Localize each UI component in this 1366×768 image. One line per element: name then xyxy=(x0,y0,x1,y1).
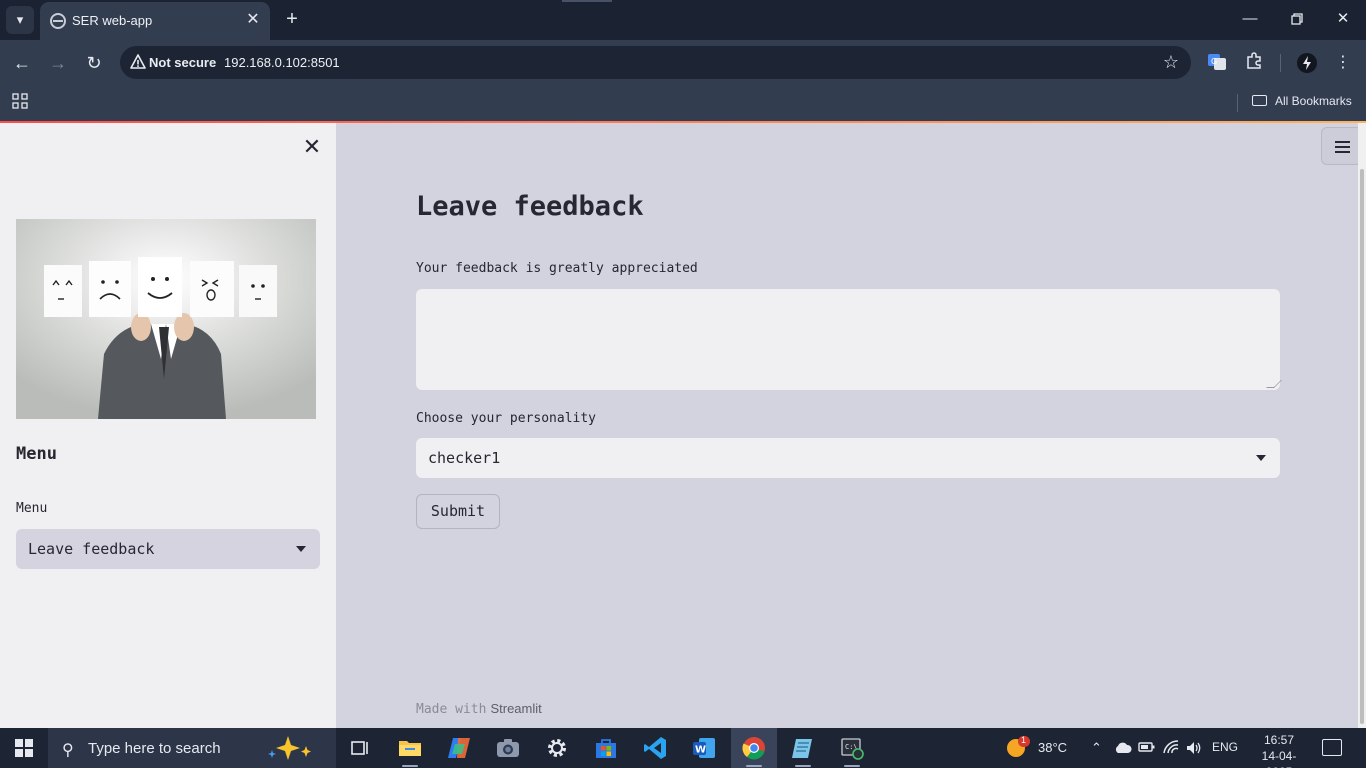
warning-icon xyxy=(130,54,146,69)
microsoft-store-icon[interactable] xyxy=(592,734,620,762)
chevron-up-icon[interactable]: ⌃ xyxy=(1091,740,1102,756)
all-bookmarks-label: All Bookmarks xyxy=(1275,94,1352,108)
taskbar-search-placeholder: Type here to search xyxy=(88,740,221,757)
chrome-icon[interactable] xyxy=(740,734,768,762)
feedback-textarea[interactable] xyxy=(416,289,1282,390)
hamburger-icon xyxy=(1335,141,1350,143)
personality-select[interactable]: checker1 xyxy=(416,438,1280,478)
caret-down-icon xyxy=(1256,455,1266,461)
restore-icon xyxy=(1291,13,1303,25)
new-tab-button[interactable]: + xyxy=(281,8,303,30)
page-title: Leave feedback xyxy=(416,191,644,222)
apps-grid-icon[interactable] xyxy=(12,93,28,109)
onedrive-cloud-icon[interactable] xyxy=(1114,741,1132,754)
chrome-running-indicator xyxy=(746,765,762,767)
terminal-running-indicator xyxy=(844,765,860,767)
file-explorer-icon[interactable] xyxy=(396,734,424,762)
bookmarks-divider xyxy=(1237,94,1238,112)
wifi-icon[interactable] xyxy=(1162,739,1180,755)
search-icon: ⚲ xyxy=(62,742,74,759)
chevron-down-icon: ▾ xyxy=(16,12,24,27)
reload-button[interactable]: ↻ xyxy=(82,51,106,75)
restore-button[interactable] xyxy=(1282,8,1312,30)
page-scrollbar[interactable] xyxy=(1358,123,1366,728)
explorer-running-indicator xyxy=(402,765,418,767)
footer: Made with Streamlit xyxy=(416,701,542,717)
volume-icon[interactable] xyxy=(1185,740,1203,756)
tab-search-button[interactable]: ▾ xyxy=(6,6,34,34)
toolbar-divider xyxy=(1280,54,1281,72)
feedback-label: Your feedback is greatly appreciated xyxy=(416,261,698,276)
notification-center-icon[interactable] xyxy=(1322,739,1342,756)
personality-select-value: checker1 xyxy=(428,449,501,467)
window-drag-handle xyxy=(562,0,612,2)
kebab-menu-icon[interactable]: ⋮ xyxy=(1332,52,1354,74)
all-bookmarks-button[interactable]: All Bookmarks xyxy=(1252,94,1352,108)
settings-gear-icon[interactable] xyxy=(543,734,571,762)
personality-label: Choose your personality xyxy=(416,411,597,426)
browser-tab-bar: ▾ SER web-app ✕ + — ✕ xyxy=(0,0,1366,40)
forward-button[interactable]: → xyxy=(46,51,70,75)
submit-button[interactable]: Submit xyxy=(416,494,500,529)
copilot-icon[interactable] xyxy=(445,734,473,762)
terminal-icon[interactable]: C:\ xyxy=(838,734,866,762)
word-icon[interactable]: W xyxy=(690,734,718,762)
menu-select-value: Leave feedback xyxy=(28,540,155,558)
notepad-running-indicator xyxy=(795,765,811,767)
puzzle-glyph xyxy=(1247,52,1261,69)
minimize-button[interactable]: — xyxy=(1235,8,1265,30)
menu-select[interactable]: Leave feedback xyxy=(16,529,320,569)
task-view-icon[interactable] xyxy=(346,734,374,762)
tab-close-button[interactable]: ✕ xyxy=(244,11,262,29)
clock-time: 16:57 xyxy=(1263,733,1295,747)
windows-start-icon[interactable] xyxy=(15,739,33,757)
address-bar[interactable]: Not secure 192.168.0.102:8501 ☆ xyxy=(120,46,1191,79)
sidebar-close-button[interactable]: ✕ xyxy=(300,135,324,159)
extensions-icon[interactable] xyxy=(1243,52,1265,74)
scrollbar-thumb[interactable] xyxy=(1360,169,1364,724)
back-button[interactable]: ← xyxy=(10,51,34,75)
weather-badge: 1 xyxy=(1021,735,1027,745)
search-highlight-sparkle-icon xyxy=(268,736,311,760)
resize-grip-icon[interactable] xyxy=(1266,380,1282,388)
battery-icon[interactable] xyxy=(1138,740,1156,754)
tab-title: SER web-app xyxy=(72,13,153,28)
hamburger-icon-line xyxy=(1335,146,1350,148)
hamburger-icon-line xyxy=(1335,151,1350,153)
bookmark-star-icon[interactable]: ☆ xyxy=(1163,52,1179,73)
security-chip[interactable]: Not secure xyxy=(149,55,216,70)
menu-select-label: Menu xyxy=(16,501,48,516)
camera-icon[interactable] xyxy=(494,734,522,762)
notepad-icon[interactable] xyxy=(789,734,817,762)
folder-icon xyxy=(1252,95,1267,106)
sidebar: ✕ Menu Menu Leave feedback xyxy=(0,123,336,728)
sidebar-hero-image xyxy=(16,219,316,419)
globe-icon xyxy=(50,13,66,29)
language-indicator[interactable]: ENG xyxy=(1212,740,1238,754)
translate-glyph: G xyxy=(1208,54,1226,70)
sidebar-heading: Menu xyxy=(16,444,57,464)
streamlit-link[interactable]: Streamlit xyxy=(490,701,541,716)
temperature-text[interactable]: 38°C xyxy=(1038,740,1067,755)
caret-down-icon xyxy=(296,546,306,552)
clock-date: 14-04-2025 xyxy=(1261,749,1297,768)
footer-made-with: Made with xyxy=(416,702,487,717)
browser-tab[interactable]: SER web-app ✕ xyxy=(40,2,270,40)
profile-avatar[interactable] xyxy=(1296,52,1318,74)
lightning-icon xyxy=(1297,53,1317,73)
vscode-icon[interactable] xyxy=(641,734,669,762)
taskbar-search-box[interactable]: ⚲ Type here to search xyxy=(48,728,336,768)
google-translate-icon[interactable]: G xyxy=(1206,52,1228,74)
svg-text:W: W xyxy=(695,745,706,756)
clock[interactable]: 16:57 14-04-2025 xyxy=(1249,732,1309,768)
bookmarks-bar: All Bookmarks xyxy=(0,85,1366,121)
weather-sun-icon[interactable] xyxy=(1005,736,1031,760)
url-text[interactable]: 192.168.0.102:8501 xyxy=(224,55,340,70)
windows-taskbar: ⚲ Type here to search W C:\ 1 38°C ⌃ ENG… xyxy=(0,728,1366,768)
svg-text:G: G xyxy=(1211,57,1217,66)
main-menu-button[interactable] xyxy=(1321,127,1362,165)
browser-toolbar: ← → ↻ Not secure 192.168.0.102:8501 ☆ G … xyxy=(0,40,1366,85)
main-content: Leave feedback Your feedback is greatly … xyxy=(336,123,1358,728)
close-window-button[interactable]: ✕ xyxy=(1328,8,1358,30)
